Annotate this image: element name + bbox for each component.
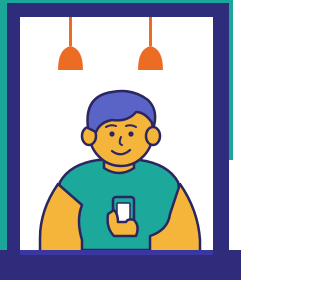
- eye-left: [109, 131, 115, 137]
- window-frame-top: [7, 3, 229, 17]
- illustration-canvas: [0, 0, 241, 305]
- ear-right: [144, 125, 162, 147]
- person-at-window-illustration: [0, 0, 241, 305]
- window-frame-right: [213, 3, 229, 280]
- bottom-strip: [0, 280, 241, 305]
- sill-highlight: [20, 250, 213, 255]
- right-white-strip: [233, 0, 241, 160]
- eye-right: [128, 131, 134, 137]
- window-frame-left: [7, 3, 20, 280]
